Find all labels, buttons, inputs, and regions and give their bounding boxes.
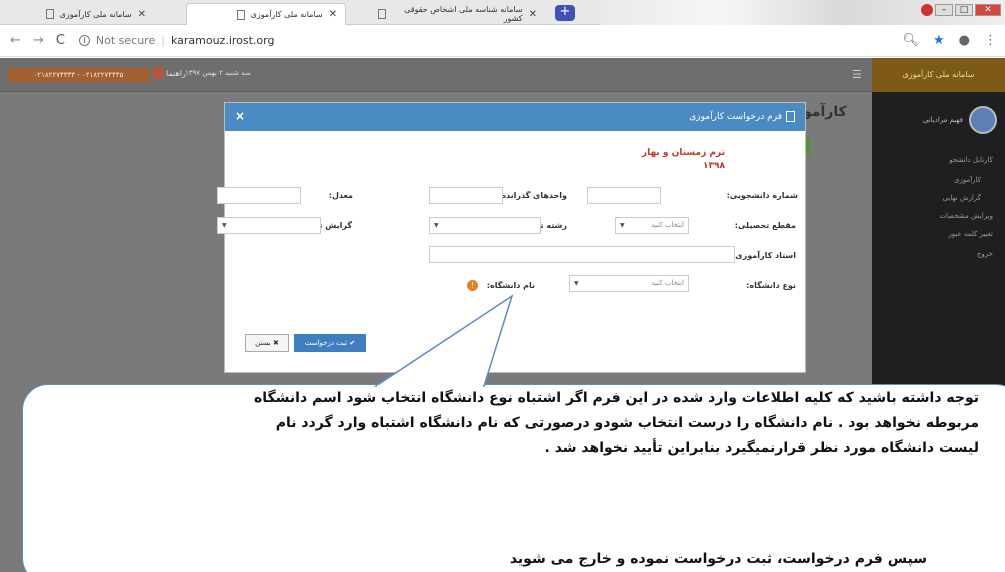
submit-request-button[interactable]: ✔ ثبت درخواست xyxy=(294,334,366,352)
tab-label: سامانه ملی کارآموزی xyxy=(59,9,132,19)
callout-line-1: توجه داشته باشید که کلیه اطلاعات وارد شد… xyxy=(253,390,979,406)
screen: ✕ سامانه ملی کارآموزی ✕ سامانه ملی کارآم… xyxy=(0,0,1005,572)
window-controls: – □ ✕ xyxy=(921,4,1001,16)
back-icon[interactable]: ← xyxy=(10,33,21,48)
supervisor-input[interactable] xyxy=(429,246,735,263)
modal-close-icon[interactable]: × xyxy=(235,109,245,123)
chevron-down-icon: ▼ xyxy=(620,222,625,229)
help-label: راهنما xyxy=(166,68,186,78)
user-name: فهیم مرادیانی xyxy=(922,116,963,124)
modal-header: فرم درخواست کارآموزی × xyxy=(225,103,805,131)
sidebar-item-internship[interactable]: کارآموزی xyxy=(954,176,981,184)
supervisor-label: استاد کارآموزی: xyxy=(732,251,796,260)
toolbar-right: 🔍︎ ★ ● ⋮ xyxy=(902,33,997,48)
phone-numbers-badge[interactable]: ۰۲۱۸۲۲۷۴۳۳۳ - ۰۲۱۸۲۲۷۴۴۳۵ xyxy=(8,68,149,82)
url-text: karamouz.irost.org xyxy=(170,34,275,47)
internship-request-modal: فرم درخواست کارآموزی × ترم زمستان و بهار… xyxy=(217,102,806,373)
sidebar-item-logout[interactable]: خروج xyxy=(977,250,993,258)
address-bar: ← → C i Not secure | karamouz.irost.org … xyxy=(0,25,1005,57)
info-icon[interactable]: ! xyxy=(467,280,478,291)
page-top-bar: ۰۲۱۸۲۲۷۴۳۳۳ - ۰۲۱۸۲۲۷۴۴۳۵ راهنما سه شنبه… xyxy=(0,58,872,92)
major-select[interactable]: ▼ xyxy=(429,217,541,234)
browser-tab-bar: ✕ سامانه ملی کارآموزی ✕ سامانه ملی کارآم… xyxy=(0,0,1005,25)
menu-dots-icon[interactable]: ⋮ xyxy=(984,33,997,48)
term-line-1: ترم زمستان و بهار xyxy=(641,148,725,158)
tab-label: سامانه شناسه ملی اشخاص حقوقی کشور xyxy=(404,5,523,23)
url-field[interactable]: i Not secure | karamouz.irost.org xyxy=(78,34,275,47)
student-number-input[interactable] xyxy=(587,187,661,204)
modal-title: فرم درخواست کارآموزی xyxy=(689,111,795,122)
university-type-value: انتخاب کنید xyxy=(651,279,684,287)
gpa-label: معدل: xyxy=(328,191,353,200)
tab-close-icon[interactable]: ✕ xyxy=(138,9,146,20)
modal-title-text: فرم درخواست کارآموزی xyxy=(689,111,782,122)
orientation-select[interactable]: ▼ xyxy=(217,217,321,234)
student-number-label: شماره دانشجویی: xyxy=(726,191,798,200)
university-type-label: نوع دانشگاه: xyxy=(746,281,796,290)
minimize-button[interactable]: – xyxy=(935,4,953,16)
sidebar-item-edit-profile[interactable]: ویرایش مشخصات xyxy=(939,212,993,220)
zoom-icon[interactable]: 🔍︎ xyxy=(902,33,919,48)
sidebar-item-dashboard[interactable]: کارتابل دانشجو xyxy=(949,156,993,164)
hamburger-menu-icon[interactable]: ☰ xyxy=(852,68,862,81)
nav-buttons: ← → C xyxy=(10,33,65,48)
units-label: واحدهای گذرانده: xyxy=(498,191,567,200)
security-label: Not secure xyxy=(95,34,156,47)
chevron-down-icon: ▼ xyxy=(434,222,439,229)
callout-text: توجه داشته باشید که کلیه اطلاعات وارد شد… xyxy=(19,386,979,461)
maximize-button[interactable]: □ xyxy=(955,4,973,16)
help-icon xyxy=(153,67,163,79)
info-icon[interactable]: i xyxy=(78,35,90,46)
degree-select-value: انتخاب کنید xyxy=(651,221,684,229)
new-tab-button[interactable]: + xyxy=(555,5,575,21)
degree-label: مقطع تحصیلی: xyxy=(734,221,796,230)
gpa-input[interactable] xyxy=(217,187,301,204)
units-input[interactable] xyxy=(429,187,503,204)
account-icon[interactable]: ● xyxy=(959,33,970,48)
callout-line-4: سپس فرم درخواست، ثبت درخواست نموده و خار… xyxy=(509,551,927,567)
date-text: سه شنبه ۲ بهمن ۱۳۹۷ xyxy=(185,69,251,77)
degree-select[interactable]: انتخاب کنید ▼ xyxy=(615,217,689,234)
forward-icon[interactable]: → xyxy=(33,33,44,48)
help-link[interactable]: راهنما xyxy=(153,67,186,79)
bookmark-star-icon[interactable]: ★ xyxy=(933,33,945,48)
callout-line-2: مربوطه نخواهد بود . نام دانشگاه را درست … xyxy=(275,415,979,431)
close-button[interactable]: ✖ بستن xyxy=(245,334,289,352)
term-line-2: ۱۳۹۸ xyxy=(703,161,725,171)
close-window-button[interactable]: ✕ xyxy=(975,4,1001,16)
chevron-down-icon: ▼ xyxy=(222,222,227,229)
page-icon xyxy=(236,9,245,20)
form-icon xyxy=(786,111,795,122)
tab-close-icon[interactable]: ✕ xyxy=(529,9,537,20)
chevron-down-icon: ▼ xyxy=(574,280,579,287)
page-icon xyxy=(378,9,386,19)
profile-icon[interactable] xyxy=(921,4,933,16)
reload-icon[interactable]: C xyxy=(56,33,65,48)
sidebar-item-final-report[interactable]: گزارش نهایی xyxy=(943,194,981,202)
browser-tab-1[interactable]: ✕ سامانه ملی کارآموزی xyxy=(4,3,154,25)
sidebar-header: سامانه ملی کارآموزی xyxy=(872,58,1005,92)
tab-label: سامانه ملی کارآموزی xyxy=(250,10,323,19)
sidebar-item-change-password[interactable]: تغییر کلمه عبور xyxy=(948,230,993,238)
university-type-select[interactable]: انتخاب کنید ▼ xyxy=(569,275,689,292)
browser-tab-3[interactable]: ✕ سامانه شناسه ملی اشخاص حقوقی کشور xyxy=(370,3,545,25)
university-name-label: نام دانشگاه: xyxy=(486,281,535,290)
avatar xyxy=(969,106,997,134)
tab-close-icon[interactable]: ✕ xyxy=(329,9,337,20)
callout-line-3: لیست دانشگاه مورد نظر قرارنمیگیرد بنابرا… xyxy=(544,440,980,456)
browser-tab-2-active[interactable]: ✕ سامانه ملی کارآموزی xyxy=(186,3,346,25)
page-icon xyxy=(45,9,54,19)
term-label: ترم زمستان و بهار ۱۳۹۸ xyxy=(642,147,725,173)
